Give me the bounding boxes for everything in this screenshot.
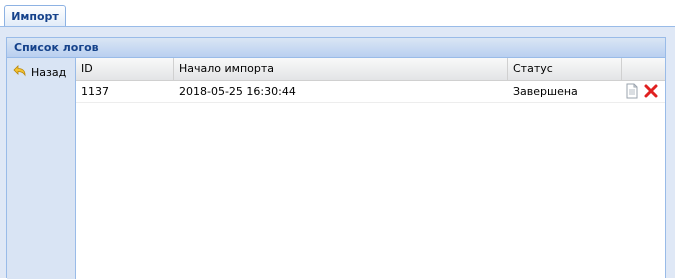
cell-status: Завершена: [513, 85, 578, 98]
back-button-label: Назад: [31, 65, 67, 79]
panel-title: Список логов: [14, 41, 99, 54]
column-header-start[interactable]: Начало импорта: [174, 58, 508, 80]
grid-header: ID Начало импорта Статус: [76, 58, 665, 81]
document-icon[interactable]: [624, 83, 640, 99]
logs-panel: Список логов Назад ID Начало импорта Ста…: [6, 37, 666, 279]
content-area: Список логов Назад ID Начало импорта Ста…: [0, 31, 675, 279]
cell-start: 2018-05-25 16:30:44: [179, 85, 296, 98]
row-actions: [624, 83, 659, 99]
logs-grid: ID Начало импорта Статус 1137 2018-05-25…: [76, 58, 665, 279]
column-header-status[interactable]: Статус: [508, 58, 622, 80]
back-button[interactable]: Назад: [11, 62, 71, 82]
tab-bar: Импорт: [0, 0, 675, 31]
delete-x-icon[interactable]: [643, 83, 659, 99]
table-row[interactable]: 1137 2018-05-25 16:30:44 Завершена: [76, 81, 665, 103]
panel-header: Список логов: [7, 38, 665, 58]
left-toolbar: Назад: [7, 58, 76, 279]
undo-arrow-icon: [11, 64, 27, 80]
column-header-actions: [622, 58, 665, 80]
cell-id: 1137: [81, 85, 109, 98]
tab-import[interactable]: Импорт: [4, 5, 66, 27]
column-header-id[interactable]: ID: [76, 58, 174, 80]
